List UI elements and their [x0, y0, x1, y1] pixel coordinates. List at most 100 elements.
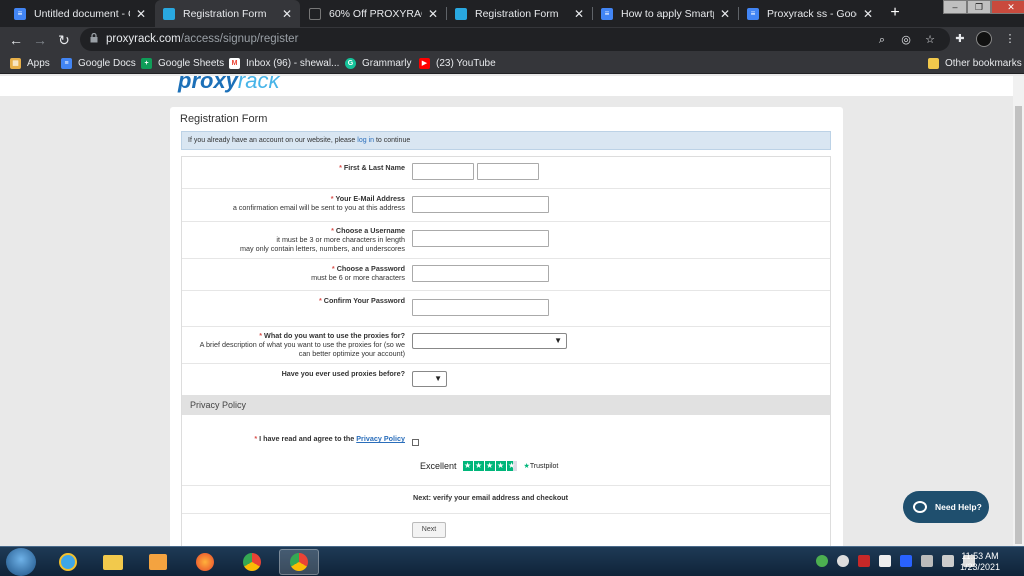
form-row-submit: Next: [182, 514, 830, 546]
close-icon[interactable]: ✕: [282, 7, 292, 21]
browser-toolbar: ← → ↻ proxyrack.com/access/signup/regist…: [0, 27, 1024, 52]
google-docs-icon: ≡: [14, 7, 26, 20]
close-icon[interactable]: ✕: [428, 7, 438, 21]
chat-bubble-icon: [913, 501, 927, 513]
youtube-icon: ▶: [419, 57, 430, 69]
new-tab-plus-icon[interactable]: +: [886, 4, 904, 22]
tray-app-icon[interactable]: [816, 555, 828, 567]
next-note: Next: verify your email address and chec…: [413, 493, 568, 502]
bookmark-gmail[interactable]: M Inbox (96) - shewal...: [229, 56, 339, 70]
profile-avatar[interactable]: [976, 31, 992, 47]
tray-bluetooth-icon[interactable]: [900, 555, 912, 567]
first-name-input[interactable]: [412, 163, 474, 180]
close-icon[interactable]: ✕: [720, 7, 730, 21]
form-row-email: * Your E-Mail Address a confirmation email…: [182, 189, 830, 222]
battery-icon[interactable]: [942, 555, 954, 567]
media-player-icon[interactable]: [138, 549, 178, 575]
login-link[interactable]: log in: [357, 137, 374, 144]
proxyrack-icon: [455, 7, 467, 20]
username-input[interactable]: [412, 230, 549, 247]
other-bookmarks[interactable]: Other bookmarks: [928, 56, 1022, 70]
bookmark-apps[interactable]: ▦ Apps: [10, 56, 50, 70]
tab-registration-form[interactable]: Registration Form ✕: [447, 0, 592, 27]
menu-kebab-icon[interactable]: ⋮: [1002, 31, 1018, 47]
form-row-confirm-password: * Confirm Your Password: [182, 291, 830, 327]
confirm-password-input[interactable]: [412, 299, 549, 316]
proxyrack-logo[interactable]: proxyrack: [178, 76, 279, 94]
tab-proxyrack-ss[interactable]: ≡ Proxyrack ss - Google D ✕: [739, 0, 881, 27]
form-row-username: * Choose a Username it must be 3 or more c…: [182, 222, 830, 259]
back-arrow-icon[interactable]: ←: [7, 31, 25, 49]
agree-checkbox[interactable]: [412, 439, 419, 446]
tab-title: Proxyrack ss - Google D: [767, 7, 857, 20]
grammarly-icon: G: [345, 57, 356, 69]
last-name-input[interactable]: [477, 163, 539, 180]
tray-flag-icon[interactable]: [879, 555, 891, 567]
file-explorer-icon[interactable]: [93, 549, 133, 575]
star-icon: ★: [495, 461, 506, 471]
purpose-select[interactable]: ▼: [412, 333, 567, 349]
tab-smartproxy-doc[interactable]: ≡ How to apply Smartprox ✕: [593, 0, 738, 27]
taskbar-clock[interactable]: 11:53 AM 1/23/2021: [958, 551, 1002, 573]
gmail-icon: M: [229, 57, 240, 69]
forward-arrow-icon[interactable]: →: [31, 31, 49, 49]
close-icon[interactable]: ✕: [136, 7, 146, 21]
trustpilot-rating-text: Excellent: [420, 461, 457, 471]
bookmark-google-docs[interactable]: ≡ Google Docs: [61, 56, 136, 70]
eye-slash-icon[interactable]: ◎: [898, 32, 914, 48]
registration-card: Registration Form If you already have an…: [170, 107, 843, 546]
email-label: * Your E-Mail Address a confirmation email…: [232, 194, 405, 212]
login-notice: If you already have an account on our we…: [181, 131, 831, 150]
chrome-active-window-icon[interactable]: [279, 549, 319, 575]
privacy-section-header: Privacy Policy: [182, 395, 830, 415]
reload-icon[interactable]: ↻: [55, 31, 73, 49]
tab-strip: ≡ Untitled document - Goo ✕ Registration…: [0, 0, 1024, 27]
coupon-icon: [309, 7, 321, 20]
chrome-icon[interactable]: [232, 549, 272, 575]
tab-title: Registration Form: [183, 7, 267, 20]
tab-coupon[interactable]: 60% Off PROXYRACK CO ✕: [301, 0, 446, 27]
windows-start-button[interactable]: [6, 548, 36, 576]
star-icon[interactable]: ☆: [922, 32, 938, 48]
star-icon: ★: [473, 461, 484, 471]
chevron-down-icon: ▼: [434, 374, 442, 383]
tray-c-icon[interactable]: [837, 555, 849, 567]
bookmark-google-sheets[interactable]: + Google Sheets: [141, 56, 224, 70]
close-icon[interactable]: ✕: [574, 7, 584, 21]
form-row-password: * Choose a Password must be 6 or more char…: [182, 259, 830, 291]
confirm-password-label: * Confirm Your Password: [318, 296, 405, 305]
bookmark-youtube[interactable]: ▶ (23) YouTube: [419, 56, 496, 70]
email-input[interactable]: [412, 196, 549, 213]
bookmark-grammarly[interactable]: G Grammarly: [345, 56, 411, 70]
internet-explorer-icon[interactable]: [48, 549, 88, 575]
used-proxies-select[interactable]: ▼: [412, 371, 447, 387]
star-icon: ★: [484, 461, 495, 471]
google-docs-icon: ≡: [61, 57, 72, 69]
registration-form: * First & Last Name * Your E-Mail Address a…: [181, 156, 831, 546]
need-help-button[interactable]: Need Help?: [903, 491, 989, 523]
chevron-down-icon: ▼: [554, 336, 562, 345]
address-bar[interactable]: proxyrack.com/access/signup/register ⌕ ◎…: [80, 28, 950, 51]
minimize-icon[interactable]: –: [943, 0, 967, 14]
trustpilot-widget[interactable]: Excellent ★ ★ ★ ★ ★ ★Trustpilot: [420, 461, 558, 471]
tab-registration-form-active[interactable]: Registration Form ✕: [155, 0, 300, 27]
extensions-puzzle-icon[interactable]: ✚: [952, 31, 968, 47]
close-icon[interactable]: ✕: [863, 7, 873, 21]
page-scrollbar[interactable]: [1013, 76, 1024, 546]
tray-antivirus-icon[interactable]: [858, 555, 870, 567]
tab-untitled-document[interactable]: ≡ Untitled document - Goo ✕: [6, 0, 154, 27]
next-button[interactable]: Next: [412, 522, 446, 538]
tab-title: Registration Form: [475, 7, 559, 20]
scrollbar-thumb[interactable]: [1015, 106, 1022, 544]
trustpilot-stars: ★ ★ ★ ★ ★: [462, 461, 518, 471]
zoom-icon[interactable]: ⌕: [874, 32, 890, 48]
privacy-policy-link[interactable]: Privacy Policy: [356, 434, 405, 443]
lock-icon: [90, 33, 98, 43]
network-signal-icon[interactable]: [921, 555, 933, 567]
maximize-icon[interactable]: ❐: [967, 0, 991, 14]
password-input[interactable]: [412, 265, 549, 282]
window-close-icon[interactable]: ✕: [991, 0, 1024, 14]
firefox-icon[interactable]: [185, 549, 225, 575]
tab-title: Untitled document - Goo: [34, 7, 130, 20]
form-row-next-note: Next: verify your email address and chec…: [182, 486, 830, 514]
